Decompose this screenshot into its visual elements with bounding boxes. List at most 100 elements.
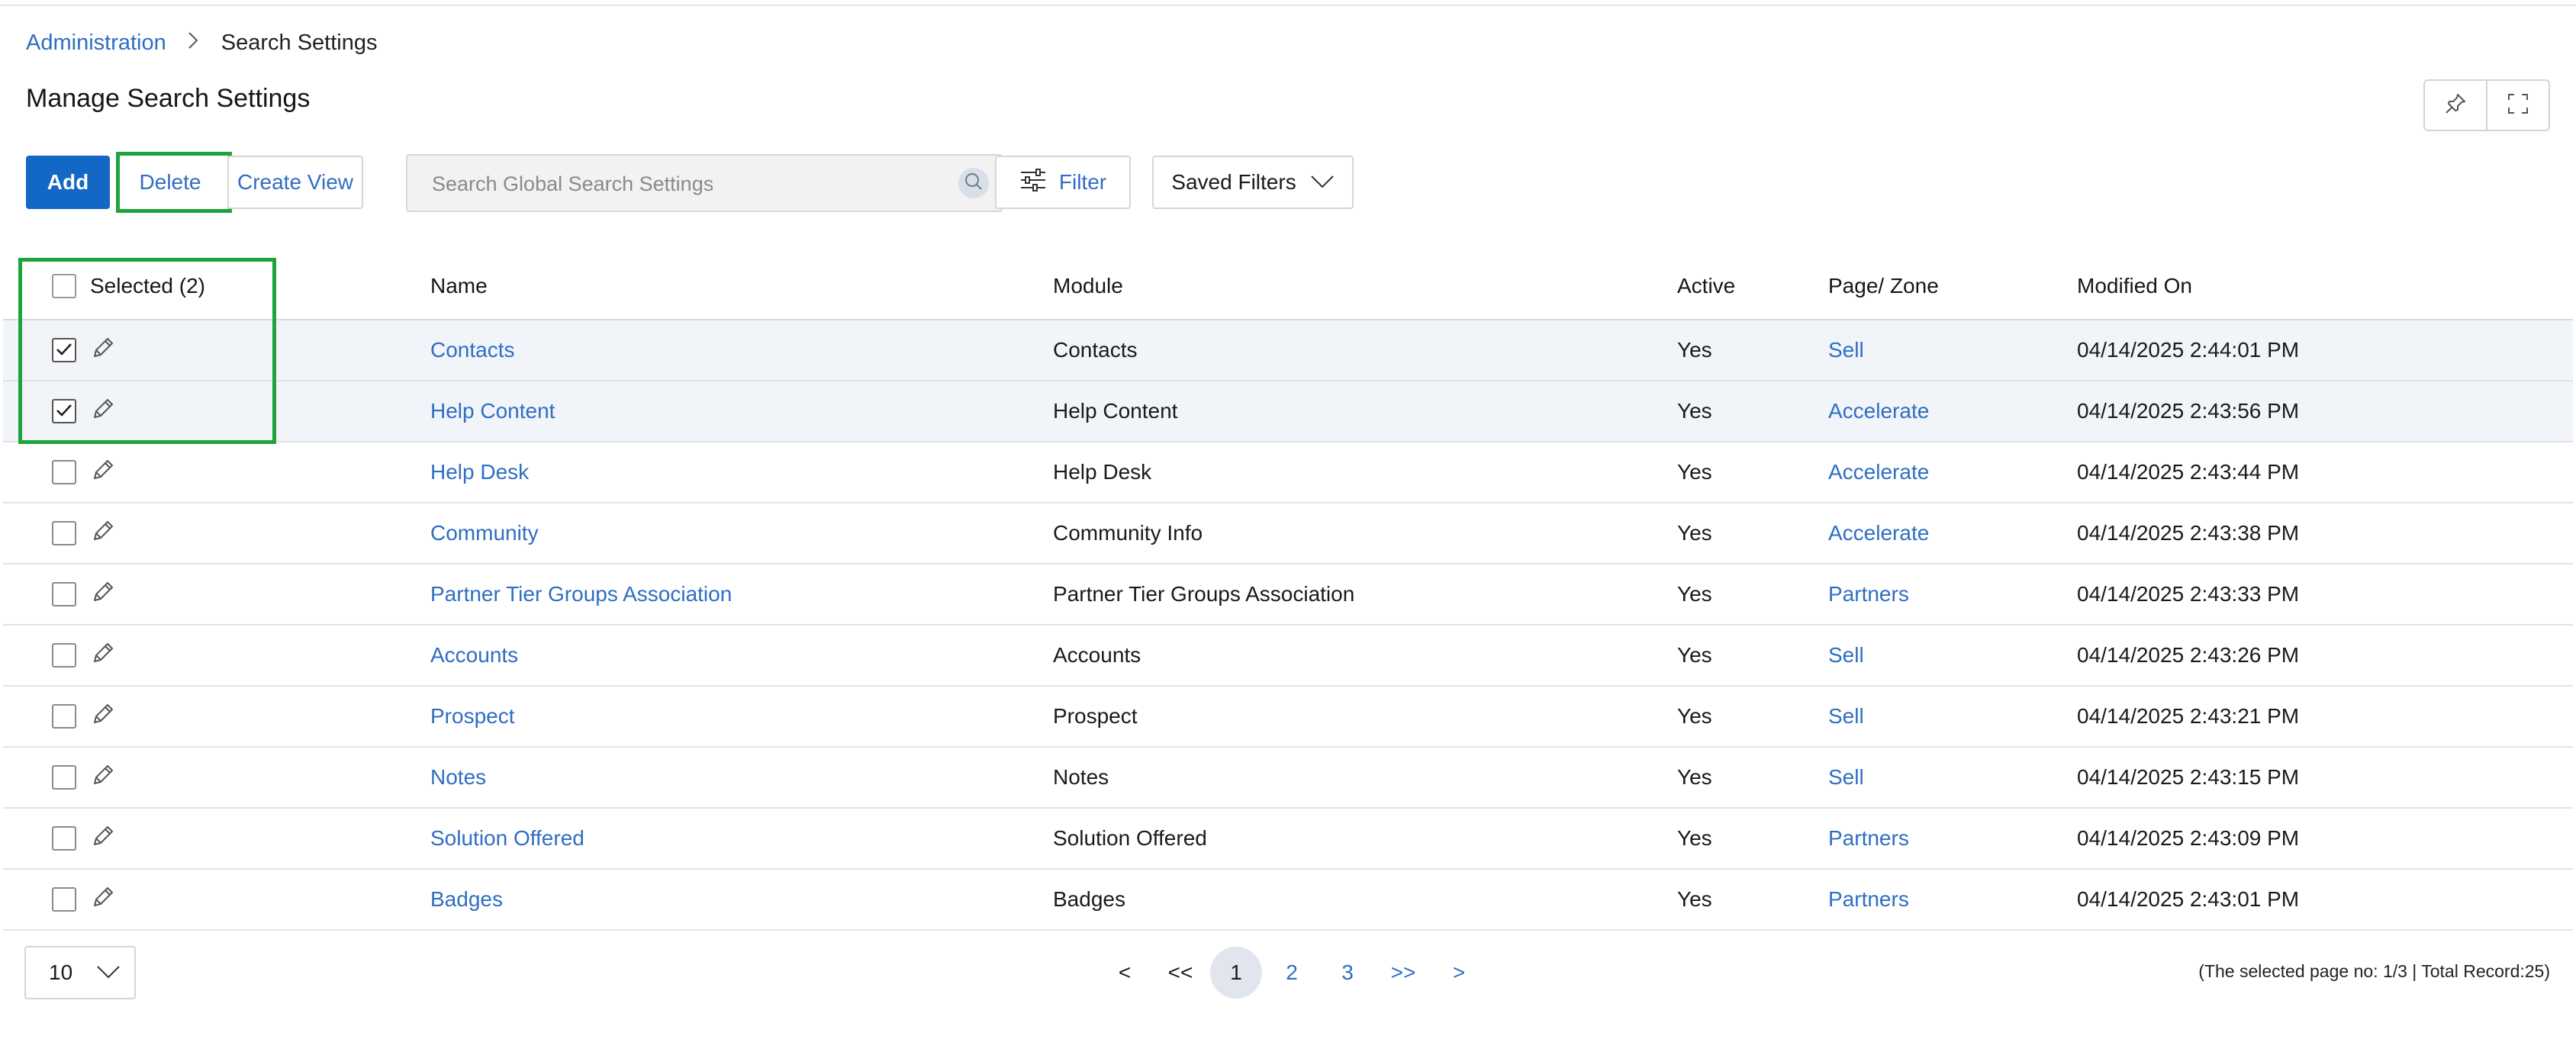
column-header-active[interactable]: Active	[1677, 253, 1735, 319]
table-row[interactable]: Help Desk Help Desk Yes Accelerate 04/14/202…	[3, 442, 2573, 503]
row-page-zone-link[interactable]: Partners	[1828, 870, 1909, 929]
pencil-icon	[90, 457, 116, 488]
row-active: Yes	[1677, 338, 1712, 362]
saved-filters-dropdown[interactable]: Saved Filters	[1152, 156, 1354, 209]
column-header-page-zone[interactable]: Page/ Zone	[1828, 253, 1939, 319]
row-checkbox[interactable]	[52, 460, 76, 484]
row-name-link[interactable]: Help Content	[430, 381, 555, 441]
row-name-link[interactable]: Prospect	[430, 687, 515, 746]
table-row[interactable]: Notes Notes Yes Sell 04/14/2025 2:43:15 PM	[3, 748, 2573, 809]
row-name-link[interactable]: Accounts	[430, 626, 518, 685]
next-page-button[interactable]: >	[1433, 947, 1485, 999]
table-row[interactable]: Badges Badges Yes Partners 04/14/2025 2:43:0…	[3, 870, 2573, 931]
last-page-button[interactable]: >>	[1377, 947, 1429, 999]
row-page-zone-link[interactable]: Sell	[1828, 748, 1864, 807]
fullscreen-button[interactable]	[2486, 81, 2549, 130]
page-3-button[interactable]: 3	[1322, 947, 1373, 999]
edit-row-button[interactable]	[90, 870, 116, 929]
row-active: Yes	[1677, 826, 1712, 850]
row-name-link[interactable]: Notes	[430, 748, 486, 807]
row-checkbox[interactable]	[52, 887, 76, 912]
chevron-right-icon	[188, 31, 198, 56]
table-row[interactable]: Solution Offered Solution Offered Yes Partn…	[3, 809, 2573, 870]
edit-row-button[interactable]	[90, 381, 116, 441]
row-page-zone-link[interactable]: Accelerate	[1828, 381, 1929, 441]
table-row[interactable]: Community Community Info Yes Accelerate 04/1…	[3, 503, 2573, 565]
row-checkbox[interactable]	[52, 826, 76, 851]
pencil-icon	[90, 823, 116, 854]
row-checkbox[interactable]	[52, 704, 76, 729]
edit-row-button[interactable]	[90, 503, 116, 563]
row-active: Yes	[1677, 399, 1712, 423]
row-page-zone-link[interactable]: Sell	[1828, 320, 1864, 380]
pin-button[interactable]	[2425, 81, 2486, 130]
chevron-down-icon	[1310, 170, 1335, 195]
row-module: Community Info	[1053, 521, 1203, 545]
row-select-cell	[52, 687, 76, 746]
pencil-icon	[90, 579, 116, 610]
column-header-module[interactable]: Module	[1053, 253, 1123, 319]
edit-row-button[interactable]	[90, 565, 116, 624]
pencil-icon	[90, 335, 116, 366]
row-name-link[interactable]: Contacts	[430, 320, 515, 380]
column-header-name[interactable]: Name	[430, 253, 488, 319]
select-all-checkbox[interactable]	[52, 274, 76, 298]
table-row[interactable]: Accounts Accounts Yes Sell 04/14/2025 2:43:2…	[3, 626, 2573, 687]
top-divider	[0, 0, 2576, 6]
row-page-zone-link[interactable]: Accelerate	[1828, 503, 1929, 563]
page-2-button[interactable]: 2	[1266, 947, 1318, 999]
edit-row-button[interactable]	[90, 748, 116, 807]
row-modified-on: 04/14/2025 2:43:01 PM	[2077, 887, 2300, 911]
edit-row-button[interactable]	[90, 320, 116, 380]
row-page-zone-link[interactable]: Sell	[1828, 626, 1864, 685]
page-1-button[interactable]: 1	[1210, 947, 1262, 999]
add-button[interactable]: Add	[26, 156, 110, 209]
search-input[interactable]	[430, 169, 922, 198]
filter-button[interactable]: Filter	[995, 156, 1131, 209]
edit-row-button[interactable]	[90, 626, 116, 685]
edit-row-button[interactable]	[90, 687, 116, 746]
table-row[interactable]: Help Content Help Content Yes Accelerate 04/…	[3, 381, 2573, 442]
search-button[interactable]	[958, 168, 989, 198]
table-row[interactable]: Contacts Contacts Yes Sell 04/14/2025 2:44:0…	[3, 320, 2573, 381]
table-header: Selected (2) Name Module Active Page/ Zo…	[3, 253, 2573, 320]
table-row[interactable]: Prospect Prospect Yes Sell 04/14/2025 2:43:2…	[3, 687, 2573, 748]
row-checkbox[interactable]	[52, 521, 76, 545]
row-module: Partner Tier Groups Association	[1053, 582, 1355, 606]
row-page-zone-link[interactable]: Partners	[1828, 809, 1909, 868]
edit-row-button[interactable]	[90, 442, 116, 502]
row-modified-on: 04/14/2025 2:43:15 PM	[2077, 765, 2300, 789]
row-page-zone-link[interactable]: Partners	[1828, 565, 1909, 624]
row-name-link[interactable]: Solution Offered	[430, 809, 584, 868]
pencil-icon	[90, 701, 116, 732]
row-name-link[interactable]: Partner Tier Groups Association	[430, 565, 732, 624]
breadcrumb: Administration Search Settings	[26, 27, 377, 58]
row-module: Accounts	[1053, 643, 1141, 667]
row-checkbox[interactable]	[52, 338, 76, 362]
filter-label: Filter	[1058, 170, 1107, 194]
page-size-select[interactable]: 10	[24, 946, 136, 999]
row-checkbox[interactable]	[52, 582, 76, 606]
column-header-modified-on[interactable]: Modified On	[2077, 253, 2192, 319]
create-view-button[interactable]: Create View	[227, 156, 363, 209]
table-row[interactable]: Partner Tier Groups Association Partner T…	[3, 565, 2573, 626]
row-select-cell	[52, 748, 76, 807]
prev-page-button[interactable]: <	[1099, 947, 1151, 999]
row-checkbox[interactable]	[52, 765, 76, 790]
row-select-cell	[52, 381, 76, 441]
row-checkbox[interactable]	[52, 399, 76, 423]
delete-button[interactable]: Delete	[121, 156, 220, 209]
breadcrumb-administration-link[interactable]: Administration	[26, 31, 166, 56]
row-select-cell	[52, 809, 76, 868]
row-name-link[interactable]: Help Desk	[430, 442, 529, 502]
row-module: Help Content	[1053, 399, 1178, 423]
edit-row-button[interactable]	[90, 809, 116, 868]
row-module: Notes	[1053, 765, 1109, 789]
row-page-zone-link[interactable]: Accelerate	[1828, 442, 1929, 502]
row-page-zone-link[interactable]: Sell	[1828, 687, 1864, 746]
row-checkbox[interactable]	[52, 643, 76, 668]
first-page-button[interactable]: <<	[1154, 947, 1206, 999]
row-name-link[interactable]: Badges	[430, 870, 503, 929]
pencil-icon	[90, 518, 116, 549]
row-name-link[interactable]: Community	[430, 503, 539, 563]
